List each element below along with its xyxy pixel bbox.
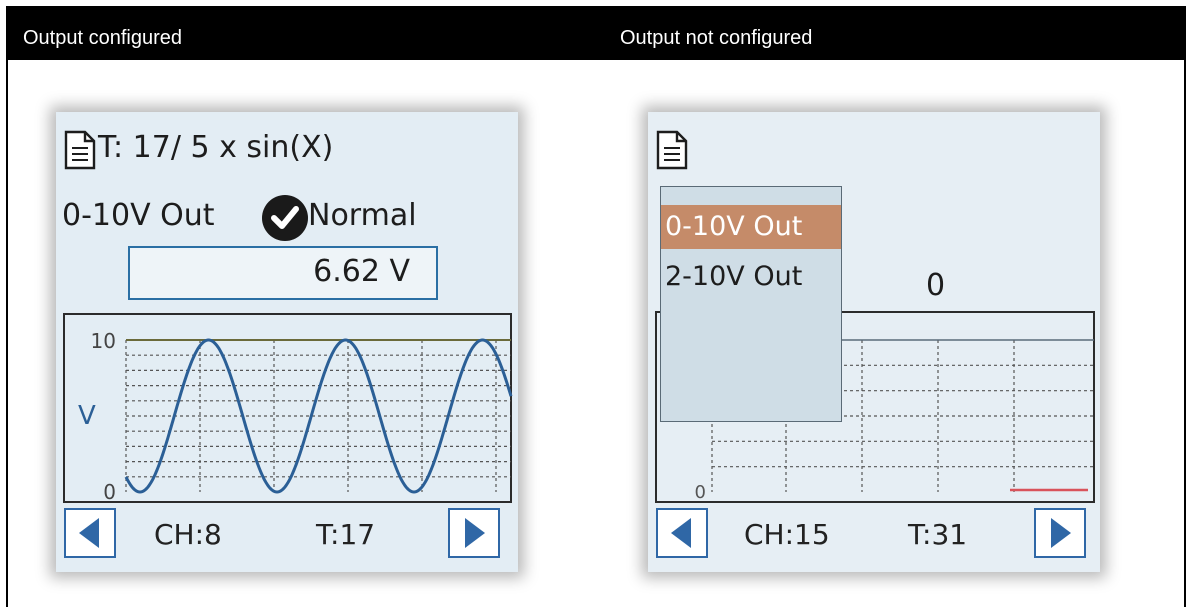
next-channel-button[interactable] (448, 508, 500, 558)
output-plot: 10 0 V (63, 313, 513, 504)
next-channel-button[interactable] (1034, 508, 1086, 558)
device-screen-configured: T: 17/ 5 x sin(X) 0-10V Out Normal 6.62 … (56, 112, 518, 572)
time-label: T:31 (908, 518, 968, 551)
dropdown-option-2-10v[interactable]: 2-10V Out (661, 255, 841, 299)
y-max-label: 10 (91, 329, 116, 353)
channel-label: CH:8 (154, 518, 222, 551)
device-screen-not-configured: 0 0 0-10V Out 2-10V Out CH:15 T:31 (648, 112, 1100, 572)
prev-channel-button[interactable] (64, 508, 116, 558)
left-arrow-icon (671, 518, 691, 548)
header-label-configured: Output configured (23, 27, 182, 49)
header-bar: Output configured Output not configured (8, 8, 1184, 60)
right-arrow-icon (1051, 518, 1071, 548)
left-arrow-icon (79, 518, 99, 548)
time-label: T:17 (316, 518, 376, 551)
plot-frame (63, 313, 512, 503)
y-min-label: 0 (103, 480, 116, 504)
channel-label: CH:15 (744, 518, 830, 551)
right-arrow-icon (465, 518, 485, 548)
output-mode-dropdown[interactable]: 0-10V Out 2-10V Out (660, 186, 842, 422)
y-min-label: 0 (695, 482, 706, 503)
y-unit-label: V (78, 401, 96, 431)
header-label-not-configured: Output not configured (620, 27, 813, 49)
dropdown-option-0-10v[interactable]: 0-10V Out (661, 205, 841, 249)
prev-channel-button[interactable] (656, 508, 708, 558)
